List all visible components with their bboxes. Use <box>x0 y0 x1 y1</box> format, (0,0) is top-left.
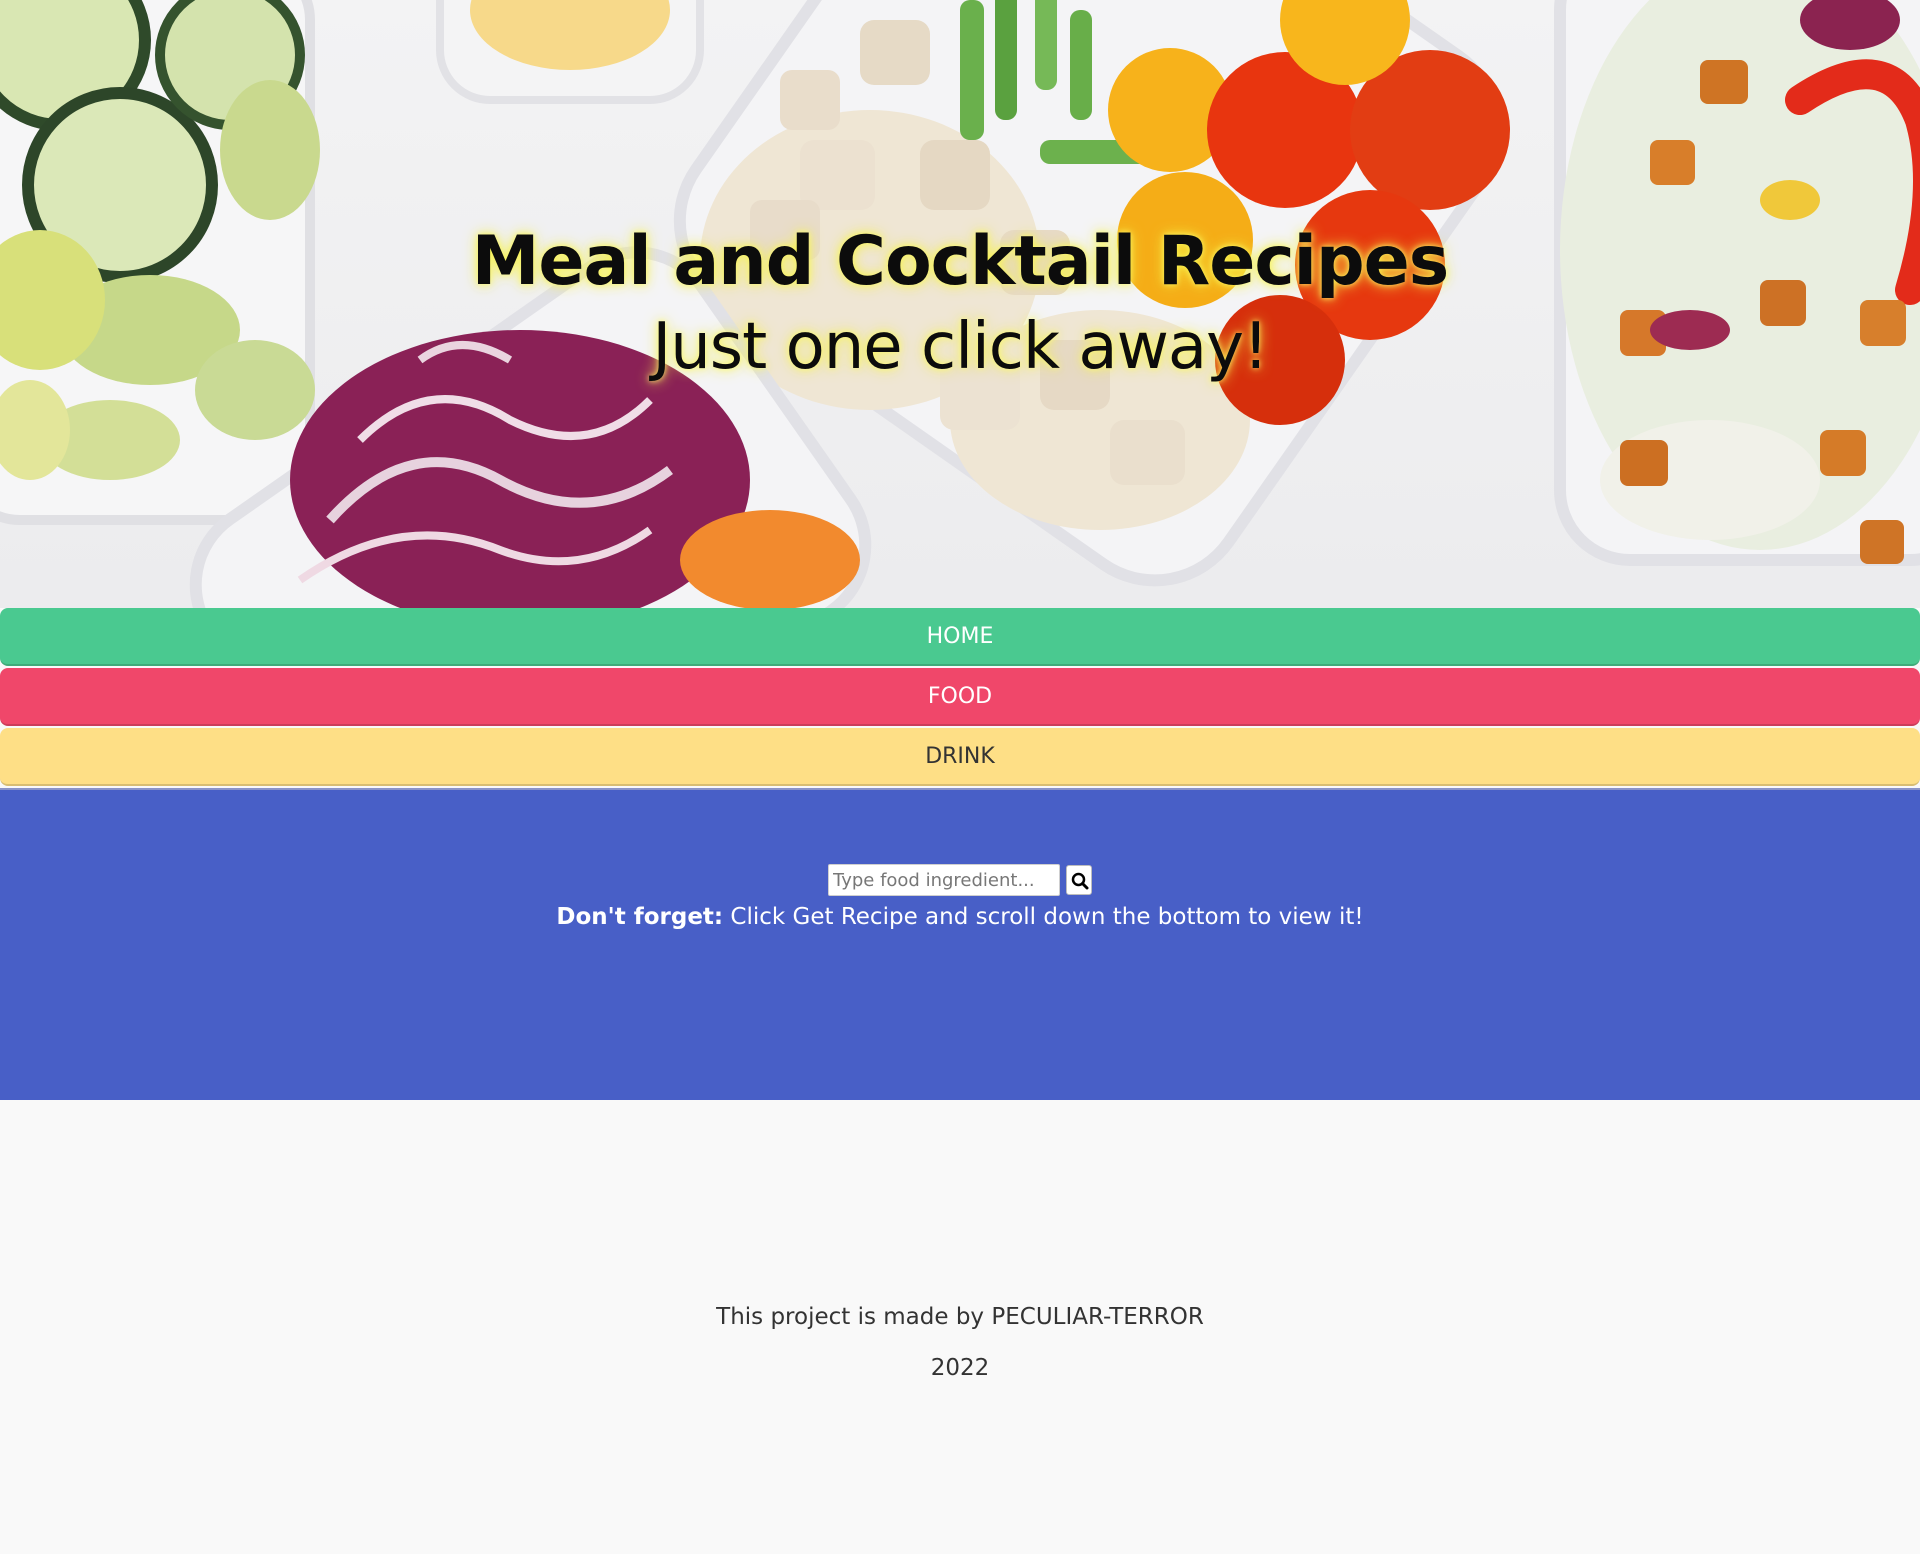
nav-food-button[interactable]: FOOD <box>0 668 1920 726</box>
footer-year: 2022 <box>930 1355 990 1381</box>
reminder-bold: Don't forget: <box>556 904 724 930</box>
hero-title: Meal and Cocktail Recipes <box>471 222 1450 301</box>
search-icon <box>1071 872 1089 890</box>
hero-banner: Meal and Cocktail Recipes Just one click… <box>0 0 1920 608</box>
search-button[interactable] <box>1066 865 1092 895</box>
hero-text: Meal and Cocktail Recipes Just one click… <box>0 220 1920 390</box>
reminder-text: Don't forget: Click Get Recipe and scrol… <box>0 904 1920 930</box>
search-section: Don't forget: Click Get Recipe and scrol… <box>0 788 1920 1100</box>
search-row <box>0 864 1920 896</box>
nav-home-button[interactable]: HOME <box>0 608 1920 666</box>
main-nav: HOME FOOD DRINK <box>0 608 1920 786</box>
ingredient-search-input[interactable] <box>828 864 1060 896</box>
footer: This project is made by PECULIAR-TERROR … <box>0 1100 1920 1554</box>
reminder-message: Click Get Recipe and scroll down the bot… <box>723 904 1364 930</box>
hero-subtitle: Just one click away! <box>652 310 1268 384</box>
footer-credit: This project is made by PECULIAR-TERROR <box>716 1304 1204 1330</box>
nav-drink-button[interactable]: DRINK <box>0 728 1920 786</box>
